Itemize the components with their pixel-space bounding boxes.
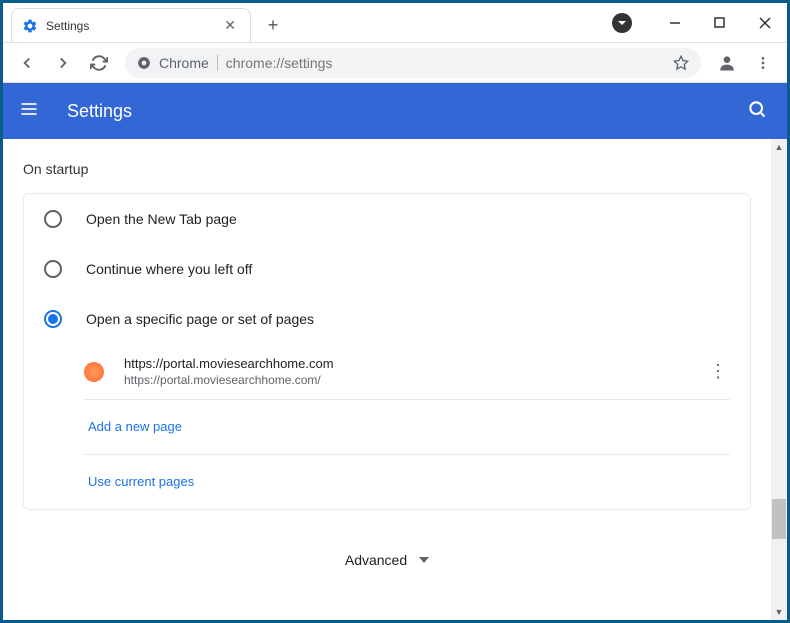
search-icon[interactable] bbox=[747, 99, 771, 123]
minimize-button[interactable] bbox=[652, 8, 697, 38]
startup-card: Open the New Tab page Continue where you… bbox=[23, 193, 751, 510]
menu-button[interactable] bbox=[747, 47, 779, 79]
radio-label: Continue where you left off bbox=[86, 261, 252, 277]
advanced-toggle[interactable]: Advanced bbox=[3, 540, 771, 580]
profile-button[interactable] bbox=[711, 47, 743, 79]
startup-page-entry: https://portal.moviesearchhome.com https… bbox=[24, 344, 750, 399]
scroll-thumb[interactable] bbox=[772, 499, 786, 539]
address-bar[interactable]: Chrome chrome://settings bbox=[125, 48, 701, 78]
back-button[interactable] bbox=[11, 47, 43, 79]
more-options-icon[interactable]: ⋮ bbox=[706, 361, 730, 382]
startup-page-title: https://portal.moviesearchhome.com bbox=[124, 356, 706, 371]
add-page-link[interactable]: Add a new page bbox=[24, 400, 750, 454]
hamburger-icon[interactable] bbox=[19, 99, 43, 123]
gear-icon bbox=[22, 18, 38, 34]
settings-content: On startup Open the New Tab page Continu… bbox=[3, 139, 771, 620]
radio-icon bbox=[44, 310, 62, 328]
titlebar: Settings ✕ + bbox=[3, 3, 787, 43]
address-scheme: Chrome bbox=[159, 55, 218, 71]
radio-icon bbox=[44, 260, 62, 278]
startup-page-url: https://portal.moviesearchhome.com/ bbox=[124, 373, 706, 387]
favicon-icon bbox=[84, 362, 104, 382]
browser-tab[interactable]: Settings ✕ bbox=[11, 8, 251, 42]
radio-label: Open a specific page or set of pages bbox=[86, 311, 314, 327]
scrollbar[interactable]: ▲ ▼ bbox=[771, 139, 787, 620]
new-tab-button[interactable]: + bbox=[259, 11, 287, 39]
page-title: Settings bbox=[67, 101, 747, 122]
radio-option-specific[interactable]: Open a specific page or set of pages bbox=[24, 294, 750, 344]
radio-icon bbox=[44, 210, 62, 228]
incognito-icon bbox=[612, 13, 632, 33]
radio-option-newtab[interactable]: Open the New Tab page bbox=[24, 194, 750, 244]
window-close-button[interactable] bbox=[742, 8, 787, 38]
bookmark-star-icon[interactable] bbox=[673, 55, 689, 71]
address-url: chrome://settings bbox=[226, 55, 673, 71]
toolbar: Chrome chrome://settings bbox=[3, 43, 787, 83]
forward-button[interactable] bbox=[47, 47, 79, 79]
chevron-down-icon bbox=[419, 555, 429, 565]
reload-button[interactable] bbox=[83, 47, 115, 79]
close-icon[interactable]: ✕ bbox=[220, 15, 240, 36]
radio-label: Open the New Tab page bbox=[86, 211, 237, 227]
radio-option-continue[interactable]: Continue where you left off bbox=[24, 244, 750, 294]
section-title: On startup bbox=[3, 155, 771, 193]
tab-title: Settings bbox=[46, 19, 220, 33]
scroll-up-icon[interactable]: ▲ bbox=[771, 139, 787, 155]
settings-header: Settings bbox=[3, 83, 787, 139]
use-current-pages-link[interactable]: Use current pages bbox=[24, 455, 750, 509]
chrome-icon bbox=[137, 56, 151, 70]
maximize-button[interactable] bbox=[697, 8, 742, 38]
scroll-down-icon[interactable]: ▼ bbox=[771, 604, 787, 620]
